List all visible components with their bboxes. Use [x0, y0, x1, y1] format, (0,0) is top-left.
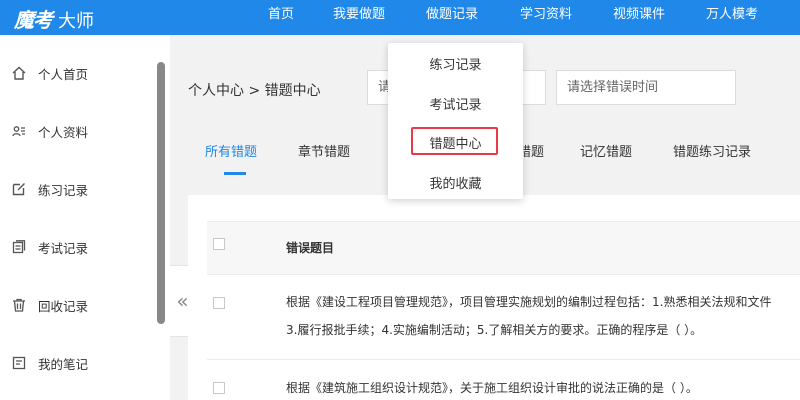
tab-all-errors[interactable]: 所有错题	[205, 141, 257, 160]
sidebar-item-label: 练习记录	[38, 182, 89, 198]
trash-icon	[10, 296, 28, 314]
sidebar-item-practice-records[interactable]: 练习记录	[0, 160, 155, 218]
question-text[interactable]: 根据《建设工程项目管理规范》，项目管理实施规划的编制过程包括：1.熟悉相关法规和…	[286, 293, 771, 310]
nav-study-materials[interactable]: 学习资料	[520, 0, 572, 35]
top-nav-bar: 魔考 大师 首页 我要做题 做题记录 学习资料 视频课件 万人模考	[0, 0, 800, 35]
logo-plain-text: 大师	[58, 11, 94, 32]
sidebar-item-label: 我的笔记	[38, 356, 89, 372]
question-text[interactable]: 根据《建筑施工组织设计规范》，关于施工组织设计审批的说法正确的是（ ）。	[286, 379, 698, 396]
sidebar: 个人首页 个人资料 练习记录 考试记录 回收记录 我的笔记	[0, 35, 170, 400]
row-checkbox[interactable]	[213, 382, 225, 394]
nav-home[interactable]: 首页	[268, 0, 294, 35]
sidebar-scrollbar[interactable]	[157, 62, 165, 324]
tab-memory-errors[interactable]: 记忆错题	[580, 141, 632, 160]
tab-chapter-errors[interactable]: 章节错题	[298, 141, 350, 160]
sidebar-item-home[interactable]: 个人首页	[0, 44, 155, 102]
sidebar-item-label: 个人首页	[38, 66, 89, 82]
dropdown-item-favorites[interactable]: 我的收藏	[388, 173, 523, 192]
note-icon	[10, 354, 28, 372]
user-card-icon	[10, 122, 28, 140]
row-checkbox[interactable]	[213, 297, 225, 309]
row-divider	[207, 359, 800, 360]
error-time-select[interactable]: 请选择错误时间	[556, 70, 736, 105]
practice-records-dropdown: 练习记录 考试记录 错题中心 我的收藏	[388, 43, 523, 199]
home-icon	[10, 64, 28, 82]
nav-mock-exam[interactable]: 万人模考	[706, 0, 758, 35]
sidebar-item-label: 个人资料	[38, 124, 89, 140]
sidebar-item-profile[interactable]: 个人资料	[0, 102, 155, 160]
sidebar-item-recycle[interactable]: 回收记录	[0, 276, 155, 334]
edit-icon	[10, 180, 28, 198]
dropdown-item-exam-records[interactable]: 考试记录	[388, 94, 523, 113]
sidebar-item-notes[interactable]: 我的笔记	[0, 334, 155, 392]
sidebar-item-label: 回收记录	[38, 298, 89, 314]
question-text[interactable]: 3.履行报批手续；4.实施编制活动；5.了解相关方的要求。正确的程序是（ ）。	[286, 321, 702, 338]
select-all-checkbox[interactable]	[213, 238, 225, 250]
sidebar-item-exam-records[interactable]: 考试记录	[0, 218, 155, 276]
sidebar-item-label: 考试记录	[38, 240, 89, 256]
dropdown-item-practice-records[interactable]: 练习记录	[388, 54, 523, 73]
nav-practice[interactable]: 我要做题	[333, 0, 385, 35]
document-icon	[10, 238, 28, 256]
logo-cursive-text: 魔考	[14, 8, 53, 32]
tab-error-practice-records[interactable]: 错题练习记录	[673, 141, 751, 160]
nav-video-courses[interactable]: 视频课件	[613, 0, 665, 35]
active-tab-indicator	[224, 172, 246, 175]
breadcrumb: 个人中心 > 错题中心	[188, 83, 321, 99]
logo[interactable]: 魔考 大师	[14, 4, 94, 33]
double-chevron-left-icon: «	[176, 289, 189, 313]
column-header-error-question: 错误题目	[286, 241, 335, 255]
nav-practice-records[interactable]: 做题记录	[426, 0, 478, 35]
highlight-box	[411, 127, 498, 155]
